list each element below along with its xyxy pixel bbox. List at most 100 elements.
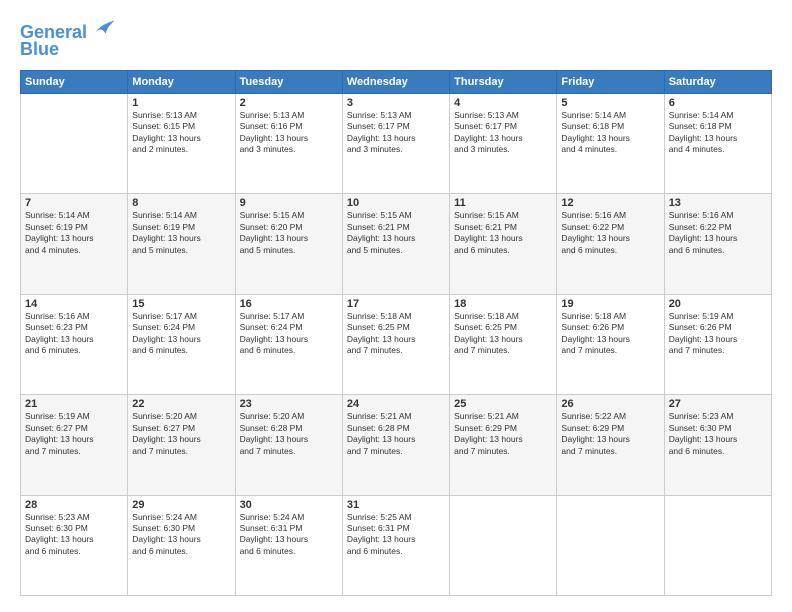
calendar-cell: 1Sunrise: 5:13 AM Sunset: 6:15 PM Daylig… [128, 93, 235, 193]
calendar-body: 1Sunrise: 5:13 AM Sunset: 6:15 PM Daylig… [21, 93, 772, 595]
day-info: Sunrise: 5:14 AM Sunset: 6:18 PM Dayligh… [669, 110, 767, 156]
day-info: Sunrise: 5:23 AM Sunset: 6:30 PM Dayligh… [669, 411, 767, 457]
calendar-cell: 18Sunrise: 5:18 AM Sunset: 6:25 PM Dayli… [450, 294, 557, 394]
day-number: 8 [132, 197, 230, 209]
day-number: 18 [454, 298, 552, 310]
day-number: 2 [240, 97, 338, 109]
logo: General Blue [20, 16, 116, 60]
calendar-cell: 27Sunrise: 5:23 AM Sunset: 6:30 PM Dayli… [664, 395, 771, 495]
calendar-cell [21, 93, 128, 193]
logo-bird-icon [94, 16, 116, 38]
day-info: Sunrise: 5:20 AM Sunset: 6:27 PM Dayligh… [132, 411, 230, 457]
calendar-cell [557, 495, 664, 595]
calendar-cell: 26Sunrise: 5:22 AM Sunset: 6:29 PM Dayli… [557, 395, 664, 495]
week-row-3: 14Sunrise: 5:16 AM Sunset: 6:23 PM Dayli… [21, 294, 772, 394]
day-info: Sunrise: 5:17 AM Sunset: 6:24 PM Dayligh… [132, 311, 230, 357]
day-number: 7 [25, 197, 123, 209]
day-info: Sunrise: 5:21 AM Sunset: 6:29 PM Dayligh… [454, 411, 552, 457]
weekday-header-thursday: Thursday [450, 70, 557, 93]
calendar-cell: 24Sunrise: 5:21 AM Sunset: 6:28 PM Dayli… [342, 395, 449, 495]
day-number: 4 [454, 97, 552, 109]
day-info: Sunrise: 5:21 AM Sunset: 6:28 PM Dayligh… [347, 411, 445, 457]
day-number: 1 [132, 97, 230, 109]
calendar-cell: 15Sunrise: 5:17 AM Sunset: 6:24 PM Dayli… [128, 294, 235, 394]
day-number: 10 [347, 197, 445, 209]
calendar-cell [664, 495, 771, 595]
calendar-cell: 12Sunrise: 5:16 AM Sunset: 6:22 PM Dayli… [557, 194, 664, 294]
day-number: 12 [561, 197, 659, 209]
day-number: 26 [561, 398, 659, 410]
calendar-cell: 30Sunrise: 5:24 AM Sunset: 6:31 PM Dayli… [235, 495, 342, 595]
calendar-table: SundayMondayTuesdayWednesdayThursdayFrid… [20, 70, 772, 596]
day-number: 31 [347, 499, 445, 511]
calendar-cell: 9Sunrise: 5:15 AM Sunset: 6:20 PM Daylig… [235, 194, 342, 294]
day-info: Sunrise: 5:25 AM Sunset: 6:31 PM Dayligh… [347, 512, 445, 558]
day-info: Sunrise: 5:13 AM Sunset: 6:17 PM Dayligh… [347, 110, 445, 156]
day-number: 3 [347, 97, 445, 109]
day-number: 13 [669, 197, 767, 209]
week-row-1: 1Sunrise: 5:13 AM Sunset: 6:15 PM Daylig… [21, 93, 772, 193]
day-number: 21 [25, 398, 123, 410]
day-info: Sunrise: 5:13 AM Sunset: 6:15 PM Dayligh… [132, 110, 230, 156]
day-info: Sunrise: 5:14 AM Sunset: 6:19 PM Dayligh… [132, 210, 230, 256]
day-number: 6 [669, 97, 767, 109]
day-info: Sunrise: 5:24 AM Sunset: 6:31 PM Dayligh… [240, 512, 338, 558]
day-number: 22 [132, 398, 230, 410]
calendar-cell: 31Sunrise: 5:25 AM Sunset: 6:31 PM Dayli… [342, 495, 449, 595]
calendar-cell: 3Sunrise: 5:13 AM Sunset: 6:17 PM Daylig… [342, 93, 449, 193]
calendar-cell: 2Sunrise: 5:13 AM Sunset: 6:16 PM Daylig… [235, 93, 342, 193]
weekday-header-friday: Friday [557, 70, 664, 93]
day-info: Sunrise: 5:18 AM Sunset: 6:25 PM Dayligh… [454, 311, 552, 357]
weekday-header-saturday: Saturday [664, 70, 771, 93]
calendar-cell: 25Sunrise: 5:21 AM Sunset: 6:29 PM Dayli… [450, 395, 557, 495]
day-info: Sunrise: 5:14 AM Sunset: 6:19 PM Dayligh… [25, 210, 123, 256]
day-number: 23 [240, 398, 338, 410]
day-info: Sunrise: 5:19 AM Sunset: 6:26 PM Dayligh… [669, 311, 767, 357]
day-info: Sunrise: 5:23 AM Sunset: 6:30 PM Dayligh… [25, 512, 123, 558]
calendar-cell: 23Sunrise: 5:20 AM Sunset: 6:28 PM Dayli… [235, 395, 342, 495]
day-number: 15 [132, 298, 230, 310]
day-info: Sunrise: 5:17 AM Sunset: 6:24 PM Dayligh… [240, 311, 338, 357]
day-number: 5 [561, 97, 659, 109]
day-number: 24 [347, 398, 445, 410]
day-info: Sunrise: 5:16 AM Sunset: 6:22 PM Dayligh… [669, 210, 767, 256]
day-info: Sunrise: 5:18 AM Sunset: 6:25 PM Dayligh… [347, 311, 445, 357]
day-info: Sunrise: 5:20 AM Sunset: 6:28 PM Dayligh… [240, 411, 338, 457]
day-number: 11 [454, 197, 552, 209]
day-info: Sunrise: 5:16 AM Sunset: 6:23 PM Dayligh… [25, 311, 123, 357]
day-info: Sunrise: 5:16 AM Sunset: 6:22 PM Dayligh… [561, 210, 659, 256]
day-info: Sunrise: 5:18 AM Sunset: 6:26 PM Dayligh… [561, 311, 659, 357]
calendar-cell [450, 495, 557, 595]
day-number: 27 [669, 398, 767, 410]
calendar-cell: 19Sunrise: 5:18 AM Sunset: 6:26 PM Dayli… [557, 294, 664, 394]
day-number: 17 [347, 298, 445, 310]
weekday-row: SundayMondayTuesdayWednesdayThursdayFrid… [21, 70, 772, 93]
calendar-cell: 21Sunrise: 5:19 AM Sunset: 6:27 PM Dayli… [21, 395, 128, 495]
day-number: 28 [25, 499, 123, 511]
day-number: 20 [669, 298, 767, 310]
day-number: 14 [25, 298, 123, 310]
day-number: 9 [240, 197, 338, 209]
calendar-header: SundayMondayTuesdayWednesdayThursdayFrid… [21, 70, 772, 93]
day-info: Sunrise: 5:13 AM Sunset: 6:17 PM Dayligh… [454, 110, 552, 156]
week-row-2: 7Sunrise: 5:14 AM Sunset: 6:19 PM Daylig… [21, 194, 772, 294]
day-info: Sunrise: 5:14 AM Sunset: 6:18 PM Dayligh… [561, 110, 659, 156]
day-info: Sunrise: 5:15 AM Sunset: 6:21 PM Dayligh… [347, 210, 445, 256]
calendar-cell: 20Sunrise: 5:19 AM Sunset: 6:26 PM Dayli… [664, 294, 771, 394]
week-row-5: 28Sunrise: 5:23 AM Sunset: 6:30 PM Dayli… [21, 495, 772, 595]
day-info: Sunrise: 5:19 AM Sunset: 6:27 PM Dayligh… [25, 411, 123, 457]
calendar-cell: 11Sunrise: 5:15 AM Sunset: 6:21 PM Dayli… [450, 194, 557, 294]
calendar-cell: 17Sunrise: 5:18 AM Sunset: 6:25 PM Dayli… [342, 294, 449, 394]
calendar-cell: 8Sunrise: 5:14 AM Sunset: 6:19 PM Daylig… [128, 194, 235, 294]
calendar-cell: 28Sunrise: 5:23 AM Sunset: 6:30 PM Dayli… [21, 495, 128, 595]
day-info: Sunrise: 5:15 AM Sunset: 6:20 PM Dayligh… [240, 210, 338, 256]
weekday-header-sunday: Sunday [21, 70, 128, 93]
calendar-cell: 4Sunrise: 5:13 AM Sunset: 6:17 PM Daylig… [450, 93, 557, 193]
calendar-cell: 13Sunrise: 5:16 AM Sunset: 6:22 PM Dayli… [664, 194, 771, 294]
day-number: 29 [132, 499, 230, 511]
calendar-cell: 22Sunrise: 5:20 AM Sunset: 6:27 PM Dayli… [128, 395, 235, 495]
weekday-header-monday: Monday [128, 70, 235, 93]
day-number: 19 [561, 298, 659, 310]
calendar-cell: 29Sunrise: 5:24 AM Sunset: 6:30 PM Dayli… [128, 495, 235, 595]
day-info: Sunrise: 5:22 AM Sunset: 6:29 PM Dayligh… [561, 411, 659, 457]
